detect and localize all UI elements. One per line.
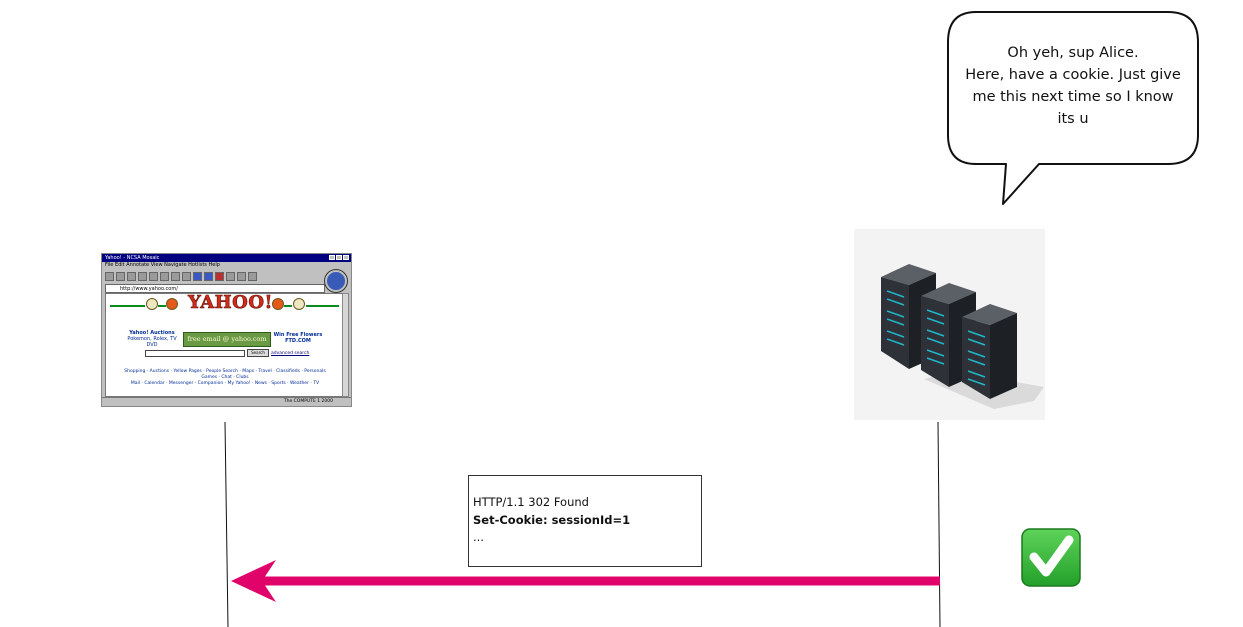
http-status-line: HTTP/1.1 302 Found — [473, 495, 589, 509]
bubble-line: Oh yeh, sup Alice. — [1007, 45, 1139, 61]
client-browser-screenshot: Yahoo! - NCSA Mosaic File Edit Annotate … — [101, 253, 352, 407]
stop-icon — [215, 271, 224, 281]
yahoo-section-icon — [166, 298, 178, 310]
yahoo-section-icon — [146, 298, 158, 310]
browser-title: Yahoo! - NCSA Mosaic — [105, 255, 160, 261]
yahoo-logo: YAHOO! — [188, 292, 273, 314]
yahoo-search-input — [145, 350, 245, 357]
browser-scrollbar — [342, 293, 349, 397]
forward-icon — [116, 271, 125, 281]
font-icon — [248, 271, 257, 281]
flowers-promo: Win Free Flowers FTD.COM — [273, 332, 323, 344]
server-lifeline — [937, 421, 941, 627]
bubble-line: me this next time so I know — [972, 89, 1174, 105]
server-unit — [962, 304, 1017, 399]
browser-statusbar: The COMPUTE 1 2000 — [102, 397, 351, 406]
back-icon — [105, 271, 114, 281]
yahoo-search-button: Search — [247, 349, 269, 357]
find-icon — [226, 271, 235, 281]
response-ellipsis: ... — [473, 530, 484, 544]
yahoo-auctions-promo: Yahoo! Auctions Pokemon, Rolex, TV DVD — [127, 330, 177, 348]
maximize-icon — [336, 255, 342, 260]
minimize-icon — [329, 255, 335, 260]
close-icon — [343, 255, 349, 260]
save-icon — [149, 271, 158, 281]
speech-bubble-text: Oh yeh, sup Alice. Here, have a cookie. … — [956, 42, 1190, 130]
home-icon — [138, 271, 147, 281]
yahoo-email-banner: free email @ yahoo.com — [183, 332, 271, 347]
yahoo-links-row: Mail · Calendar · Messenger · Companion … — [130, 381, 320, 386]
check-mark-icon — [1021, 528, 1081, 587]
zoom-icon — [237, 271, 246, 281]
browser-menubar: File Edit Annotate View Navigate Hotlist… — [105, 262, 220, 268]
paste-icon — [182, 271, 191, 281]
yahoo-section-icon — [293, 298, 305, 310]
bubble-line: its u — [1057, 111, 1089, 127]
server-rack-icon — [854, 229, 1045, 420]
mosaic-logo-icon — [325, 270, 347, 292]
nav-back-icon — [193, 271, 202, 281]
bubble-line: Here, have a cookie. Just give — [965, 67, 1181, 83]
yahoo-section-icon — [272, 298, 284, 310]
print-icon — [160, 271, 169, 281]
nav-forward-icon — [204, 271, 213, 281]
browser-toolbar — [102, 269, 351, 283]
set-cookie-header: Set-Cookie: sessionId=1 — [473, 512, 631, 527]
advanced-search-link: advanced search — [271, 351, 310, 356]
browser-titlebar: Yahoo! - NCSA Mosaic — [102, 254, 351, 262]
reload-icon — [127, 271, 136, 281]
client-lifeline — [224, 421, 229, 627]
copy-icon — [171, 271, 180, 281]
http-response-box: HTTP/1.1 302 Found Set-Cookie: sessionId… — [468, 475, 702, 567]
yahoo-page: YAHOO! Yahoo! Auctions Pokemon, Rolex, T… — [105, 292, 343, 397]
